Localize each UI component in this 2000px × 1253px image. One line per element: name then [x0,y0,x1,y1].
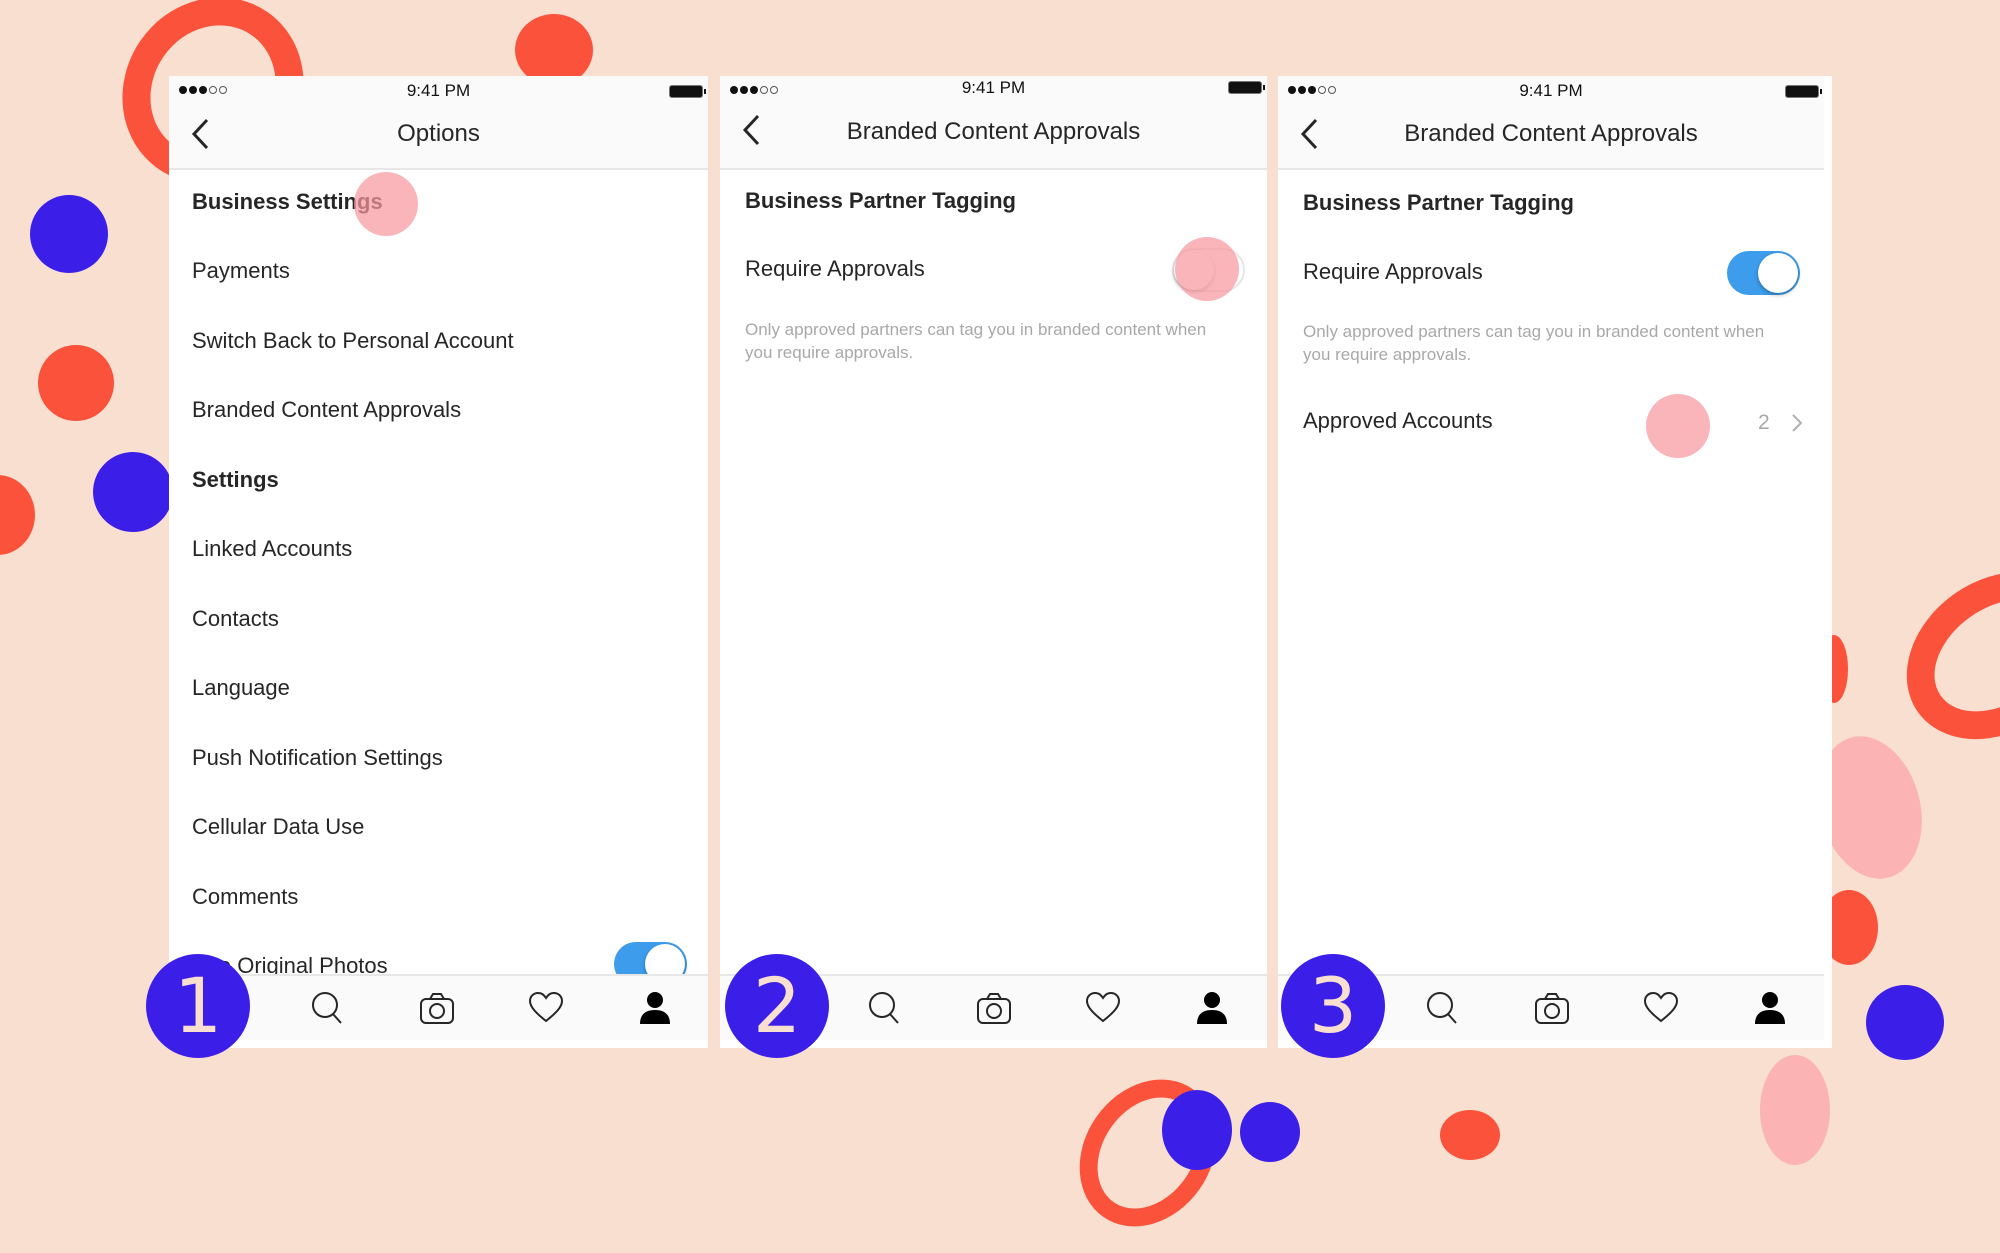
battery-icon [670,86,706,97]
profile-icon [640,992,670,1024]
decoration-blue-blob [93,452,173,532]
tab-camera[interactable] [976,990,1012,1026]
tab-activity[interactable] [1085,990,1121,1026]
tab-search[interactable] [1424,990,1460,1026]
require-approvals-label: Require Approvals [1303,259,1483,284]
heart-icon [528,991,564,1023]
nav-bar: 9:41 PM Branded Content Approvals [720,76,1267,170]
require-approvals-toggle[interactable] [1727,251,1800,295]
decoration-red-blob [38,345,114,421]
tab-search[interactable] [309,990,345,1026]
require-approvals-label: Require Approvals [745,256,925,281]
decoration-red-blob [0,475,35,555]
section-header-settings: Settings [192,467,279,492]
battery-icon [1229,82,1265,93]
require-approvals-help: Only approved partners can tag you in br… [745,320,1207,362]
tab-profile[interactable] [1752,990,1788,1026]
list-item-push-notification-settings[interactable]: Push Notification Settings [192,744,443,772]
heart-icon [1643,991,1679,1023]
list-item-payments[interactable]: Payments [192,257,290,285]
decoration-blue-blob [30,195,108,273]
list-item-branded-content-approvals[interactable]: Branded Content Approvals [192,396,461,424]
tab-activity[interactable] [1643,990,1679,1026]
step-badge-1: 1 [146,954,250,1058]
list-item-language[interactable]: Language [192,674,290,702]
require-approvals-help: Only approved partners can tag you in br… [1303,322,1765,364]
section-header-business-partner-tagging: Business Partner Tagging [1303,190,1574,215]
screen-options: 9:41 PM Options Business Settings Paymen… [169,76,708,1048]
camera-icon [977,993,1011,1024]
section-header-business-partner-tagging: Business Partner Tagging [745,188,1016,213]
approved-accounts-label: Approved Accounts [1303,408,1493,433]
list-item-comments[interactable]: Comments [192,883,298,911]
list-item-contacts[interactable]: Contacts [192,605,279,633]
profile-icon [1197,992,1227,1024]
page-title: Options [397,120,480,147]
decoration-pink-blob [1760,1055,1830,1165]
chevron-right-icon [1792,414,1803,432]
search-icon [312,992,342,1024]
decoration-blue-blob [1866,985,1944,1060]
screen-branded-content-approvals-on: 9:41 PM Branded Content Approvals Busine… [1278,76,1832,1048]
list-item-cellular-data-use[interactable]: Cellular Data Use [192,813,364,841]
camera-icon [1535,993,1569,1024]
step-badge-2: 2 [725,954,829,1058]
tab-profile[interactable] [637,990,673,1026]
list-item-linked-accounts[interactable]: Linked Accounts [192,535,352,563]
tab-profile[interactable] [1194,990,1230,1026]
status-time: 9:41 PM [961,78,1026,97]
approved-accounts-row[interactable]: Approved Accounts 2 [1278,396,1832,456]
tab-activity[interactable] [528,990,564,1026]
step-badge-3: 3 [1281,954,1385,1058]
decoration-red-ring [1874,537,2000,774]
search-icon [1427,992,1457,1024]
tab-camera[interactable] [1534,990,1570,1026]
approved-accounts-count: 2 [1758,411,1770,434]
search-icon [869,992,899,1024]
camera-icon [420,993,454,1024]
screen-branded-content-approvals-off: 9:41 PM Branded Content Approvals Busine… [720,76,1267,1048]
battery-icon [1786,86,1822,97]
page-title: Branded Content Approvals [846,118,1141,145]
list-item-switch-back-personal[interactable]: Switch Back to Personal Account [192,327,514,355]
tab-camera[interactable] [419,990,455,1026]
nav-bar: 9:41 PM Branded Content Approvals [1278,76,1824,170]
page-title: Branded Content Approvals [1404,120,1698,147]
require-approvals-toggle[interactable] [1172,248,1245,292]
section-header-business-settings: Business Settings [192,189,383,214]
profile-icon [1755,992,1785,1024]
decoration-blue-blob [1240,1102,1300,1162]
heart-icon [1085,991,1121,1023]
nav-bar: 9:41 PM Options [169,76,708,170]
decoration-blue-blob [1162,1090,1232,1170]
tab-search[interactable] [866,990,902,1026]
status-time: 9:41 PM [406,81,471,100]
status-time: 9:41 PM [1519,81,1583,100]
decoration-red-blob [1440,1110,1500,1160]
